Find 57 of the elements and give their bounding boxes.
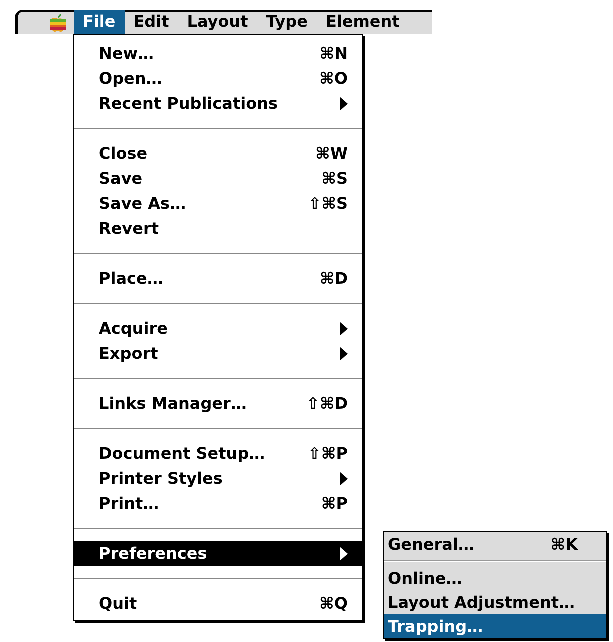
menu-title[interactable]: Edit — [124, 10, 178, 34]
menu-item-label: Trapping… — [388, 616, 484, 636]
menu-item-label: Save As… — [99, 194, 188, 213]
menu-item[interactable]: Save ⌘S — [74, 166, 362, 191]
menu-item[interactable]: Save As… ⇧⌘S — [74, 191, 362, 216]
menu-item-label: New… — [99, 44, 156, 63]
shortcut-label: ⌘K — [550, 534, 578, 554]
menu-item-label: Document Setup… — [99, 444, 266, 463]
menu-item-label: Online… — [388, 568, 464, 588]
menu-item[interactable]: Layout Adjustment… — [384, 590, 606, 614]
menu-item[interactable]: Revert — [74, 216, 362, 241]
menu-item[interactable]: Place… ⌘D — [74, 266, 362, 291]
menu-item-label: Links Manager… — [99, 394, 248, 413]
menu-item-label: Place… — [99, 269, 164, 288]
menu-item[interactable]: Open… ⌘O — [74, 66, 362, 91]
menu-item-label: Layout Adjustment… — [388, 592, 576, 612]
shortcut-label: ⌘P — [321, 494, 348, 513]
menu-item-label: Acquire — [99, 319, 169, 338]
menu-title[interactable]: Layout — [178, 10, 258, 34]
shortcut-label: ⇧⌘D — [306, 394, 348, 413]
menu-item-label: Quit — [99, 594, 138, 613]
menu-title[interactable]: Type — [257, 10, 317, 34]
menu-item[interactable]: General… ⌘K — [384, 532, 606, 556]
menu-item[interactable]: Export — [74, 341, 362, 366]
shortcut-label: ⌘N — [320, 44, 348, 63]
shortcut-label: ⌘W — [316, 144, 348, 163]
shortcut-label: ⇧⌘S — [308, 194, 348, 213]
menu-item-label: Preferences — [99, 544, 208, 563]
menu-item[interactable]: Online… — [384, 566, 606, 590]
menu-item[interactable]: Trapping… — [384, 614, 606, 638]
menu-item[interactable]: Links Manager… ⇧⌘D — [74, 391, 362, 416]
menu-item[interactable]: Recent Publications — [74, 91, 362, 116]
menu-item[interactable]: Printer Styles — [74, 466, 362, 491]
menu-item[interactable]: Document Setup… ⇧⌘P — [74, 441, 362, 466]
menu-item-label: Export — [99, 344, 160, 363]
shortcut-label: ⌘Q — [320, 594, 348, 613]
menu-item-label: Revert — [99, 219, 160, 238]
menu-item[interactable]: Acquire — [74, 316, 362, 341]
shortcut-label: ⌘D — [320, 269, 348, 288]
menu-item[interactable]: Preferences — [74, 541, 362, 566]
menu-item-label: Close — [99, 144, 149, 163]
menu-item-label: Open… — [99, 69, 164, 88]
menu-title[interactable]: File — [74, 10, 125, 34]
shortcut-label: ⌘O — [320, 69, 348, 88]
menu-item-label: Save — [99, 169, 144, 188]
menu-item[interactable]: Quit ⌘Q — [74, 591, 362, 616]
menu-item[interactable]: Close ⌘W — [74, 141, 362, 166]
menu-item[interactable]: Print… ⌘P — [74, 491, 362, 516]
menu-item-label: Printer Styles — [99, 469, 224, 488]
menu-item-label: Print… — [99, 494, 160, 513]
shortcut-label: ⌘S — [322, 169, 348, 188]
shortcut-label: ⇧⌘P — [308, 444, 348, 463]
menu-item[interactable]: New… ⌘N — [74, 41, 362, 66]
menu-title[interactable]: Element — [316, 10, 409, 34]
menu-item-label: Recent Publications — [99, 94, 279, 113]
menu-item-label: General… — [388, 534, 476, 554]
apple-logo-icon[interactable] — [49, 13, 67, 33]
